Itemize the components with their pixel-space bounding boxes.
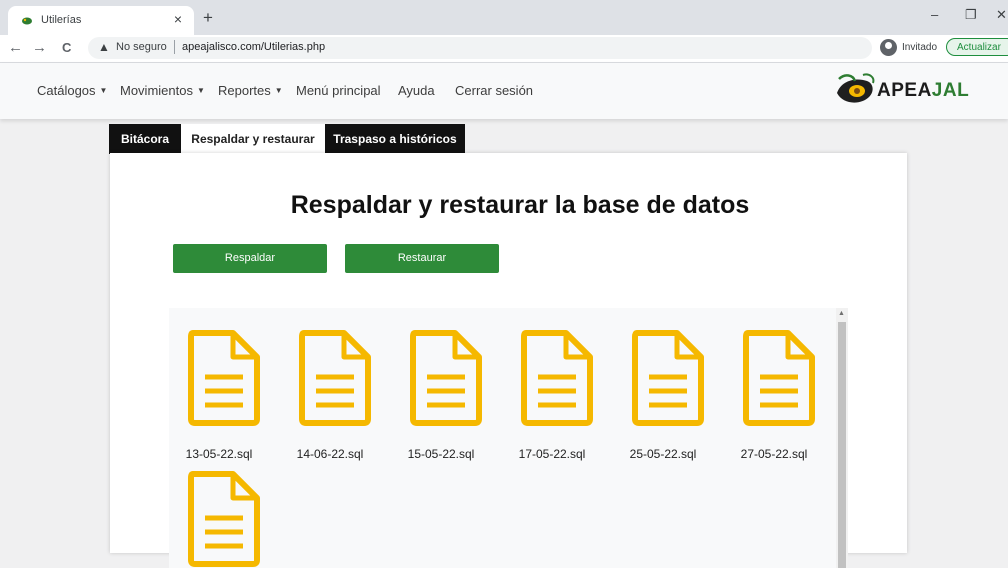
reload-icon[interactable]: C [62,39,71,57]
security-label[interactable]: No seguro [116,41,167,53]
document-icon [299,330,371,426]
restore-button[interactable]: Restaurar [345,244,499,273]
close-window-icon[interactable]: ✕ [996,7,1007,23]
site-navbar: Catálogos ▼ Movimientos ▼ Reportes ▼ Menú p… [0,63,1008,119]
browser-tab[interactable]: Utilerías × [8,6,194,35]
page-title: Respaldar y restaurar la base de datos [290,191,750,219]
apeajal-logo[interactable]: APEAJAL [833,71,983,107]
file-item[interactable]: 25-05-22.sql [613,329,713,461]
new-tab-icon[interactable]: + [203,9,213,26]
scrollbar-thumb[interactable] [838,322,846,568]
update-button[interactable]: Actualizar [946,38,1008,56]
warning-icon: ▲ [98,40,110,54]
main-card: Respaldar y restaurar la base de datos R… [110,153,907,568]
tab-respaldar-restaurar[interactable]: Respaldar y restaurar [181,124,325,154]
tab-traspaso-historicos[interactable]: Traspaso a históricos [325,124,465,154]
browser-toolbar: ← → C ▲ No seguro apeajalisco.com/Utiler… [0,35,1008,63]
document-icon [632,330,704,426]
tab-bitacora[interactable]: Bitácora [109,124,181,154]
file-item[interactable]: 17-05-22.sql [502,329,602,461]
file-name: 25-05-22.sql [629,447,697,461]
nav-item-catalogos[interactable]: Catálogos ▼ [37,83,107,98]
caret-down-icon: ▼ [274,86,283,95]
minimize-icon[interactable]: – [931,7,938,22]
nav-item-movimientos[interactable]: Movimientos ▼ [120,83,205,98]
forward-icon[interactable]: → [32,39,47,57]
nav-item-reportes[interactable]: Reportes ▼ [218,83,283,98]
tab-title: Utilerías [41,14,82,26]
document-icon [521,330,593,426]
backup-button[interactable]: Respaldar [173,244,327,273]
file-item[interactable]: 15-05-22.sql [391,329,491,461]
file-name: 17-05-22.sql [518,447,586,461]
nav-item-label: Catálogos [37,83,96,98]
url-text[interactable]: apeajalisco.com/Utilerias.php [182,41,325,53]
file-name: 14-06-22.sql [296,447,364,461]
avocado-logo-icon [837,73,875,103]
document-icon [188,471,260,567]
file-name: 13-05-22.sql [185,447,253,461]
nav-item-ayuda[interactable]: Ayuda [398,83,435,98]
site-favicon-icon [22,17,32,25]
caret-down-icon: ▼ [196,86,205,95]
logo-text-apea: APEA [877,80,932,101]
address-bar[interactable]: ▲ No seguro apeajalisco.com/Utilerias.ph… [88,37,872,59]
scroll-up-icon[interactable]: ▲ [838,310,845,317]
file-item[interactable]: 27-05-22.sql [724,329,824,461]
file-item[interactable] [169,470,269,568]
file-name: 27-05-22.sql [740,447,808,461]
nav-item-cerrar-sesion[interactable]: Cerrar sesión [455,83,533,98]
file-name: 15-05-22.sql [407,447,475,461]
document-icon [410,330,482,426]
restore-icon[interactable]: ❐ [965,7,977,23]
address-separator [174,40,175,54]
document-icon [743,330,815,426]
browser-tabstrip: Utilerías × + – ❐ ✕ [0,0,1008,35]
nav-item-menu-principal[interactable]: Menú principal [296,83,381,98]
profile-label[interactable]: Invitado [902,42,937,53]
logo-text: APEAJAL [877,80,969,102]
caret-down-icon: ▼ [99,86,108,95]
nav-item-label: Movimientos [120,83,193,98]
back-icon[interactable]: ← [8,39,23,57]
profile-icon[interactable] [880,39,897,56]
file-item[interactable]: 14-06-22.sql [280,329,380,461]
tab-close-icon[interactable]: × [174,11,182,27]
file-item[interactable]: 13-05-22.sql [169,329,269,461]
nav-item-label: Reportes [218,83,271,98]
file-list[interactable]: 13-05-22.sql 14-06-22.sql 15-05-22.sql 1… [169,308,848,568]
document-icon [188,330,260,426]
file-list-scrollbar[interactable]: ▲ [836,308,848,568]
logo-text-jal: JAL [931,80,970,101]
